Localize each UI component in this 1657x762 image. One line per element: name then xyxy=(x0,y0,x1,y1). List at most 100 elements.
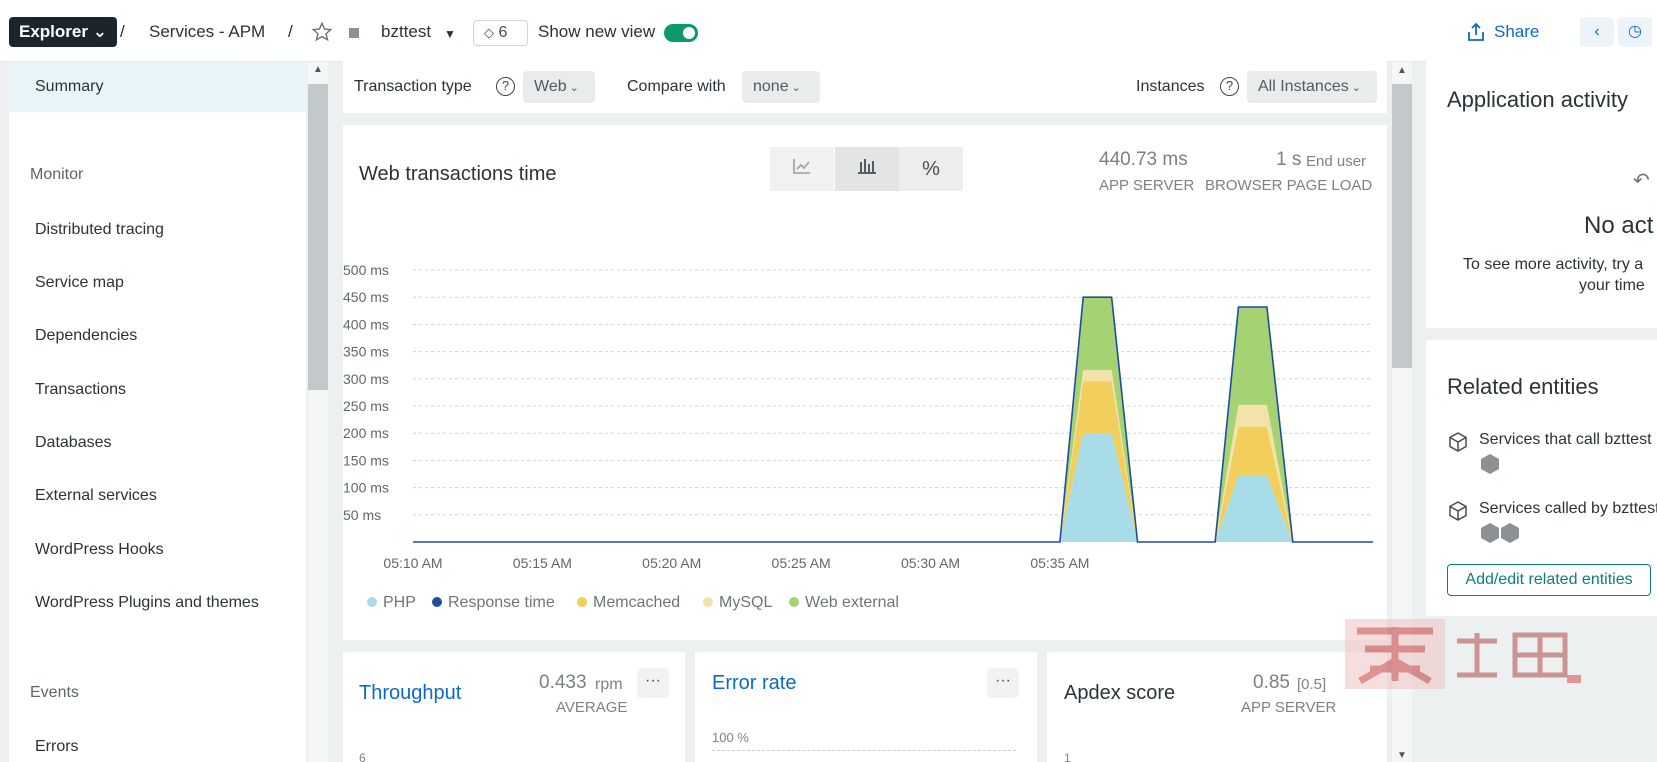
percent-view-button[interactable]: % xyxy=(899,147,963,191)
tag-icon: ◇ xyxy=(484,25,494,40)
transaction-type-dropdown[interactable]: Web ⌄ xyxy=(523,71,595,103)
sidebar-item-external-services[interactable]: External services xyxy=(9,471,306,521)
error-rate-more-button[interactable]: ··· xyxy=(987,668,1019,698)
legend-item-web-external[interactable]: Web external xyxy=(789,594,899,612)
y-tick-label: 50 ms xyxy=(343,507,381,523)
sidebar-item-summary[interactable]: Summary xyxy=(9,62,306,112)
sidebar-scrollbar-thumb[interactable] xyxy=(308,84,328,390)
x-tick-label: 05:25 AM xyxy=(772,555,831,571)
bar-chart-view-button[interactable] xyxy=(835,147,899,191)
x-tick-label: 05:20 AM xyxy=(642,555,701,571)
scroll-up-icon[interactable]: ▲ xyxy=(313,64,323,75)
apdex-title: Apdex score xyxy=(1064,682,1176,704)
sidebar-item-errors[interactable]: Errors xyxy=(9,722,306,762)
sidebar-item-wordpress-hooks[interactable]: WordPress Hooks xyxy=(9,525,306,575)
y-tick-label: 350 ms xyxy=(343,344,389,360)
throughput-card: Throughput 0.433 rpm AVERAGE ··· 6 xyxy=(343,652,685,762)
y-tick-label: 200 ms xyxy=(343,425,389,441)
services-called-by-label[interactable]: Services called by bzttest xyxy=(1479,500,1657,518)
sidebar-item-service-map[interactable]: Service map xyxy=(9,258,306,308)
web-transactions-chart: 500 ms 450 ms 400 ms 350 ms 300 ms 250 ms 200 … xyxy=(343,262,1373,571)
entity-hex-icon[interactable] xyxy=(1481,454,1499,474)
line-chart-view-button[interactable] xyxy=(770,147,834,191)
add-edit-related-entities-button[interactable]: Add/edit related entities xyxy=(1447,564,1651,596)
throughput-title[interactable]: Throughput xyxy=(359,682,461,705)
sidebar-item-transactions[interactable]: Transactions xyxy=(9,365,306,415)
entity-name-dropdown[interactable]: bzttest xyxy=(381,22,431,42)
star-icon[interactable] xyxy=(311,21,333,43)
throughput-more-button[interactable]: ··· xyxy=(637,668,669,698)
breadcrumb-separator: / xyxy=(288,22,293,41)
undo-icon[interactable]: ↶ xyxy=(1633,168,1650,193)
y-tick-label: 450 ms xyxy=(343,289,389,305)
legend-item-memcached[interactable]: Memcached xyxy=(577,594,680,612)
x-tick-label: 05:10 AM xyxy=(383,555,442,571)
sidebar-item-dependencies[interactable]: Dependencies xyxy=(9,311,306,361)
top-bar: Explorer ⌄ / Services - APM / bzttest ▼ … xyxy=(0,0,1657,62)
show-new-view-label: Show new view xyxy=(538,22,656,41)
services-that-call-label[interactable]: Services that call bzttest xyxy=(1479,431,1652,449)
scroll-up-icon[interactable]: ▲ xyxy=(1397,65,1407,76)
sidebar-scrollbar[interactable]: ▲ xyxy=(308,62,328,762)
legend-label: Response time xyxy=(448,594,555,611)
watermark-logo xyxy=(1345,619,1581,689)
cube-icon xyxy=(1449,501,1467,521)
legend-dot xyxy=(432,597,442,607)
apdex-threshold: [0.5] xyxy=(1297,676,1327,693)
legend-label: PHP xyxy=(383,594,416,611)
legend-label: MySQL xyxy=(719,594,773,611)
compare-with-dropdown[interactable]: none ⌄ xyxy=(742,71,820,103)
chevron-left-icon[interactable]: ‹ xyxy=(1580,17,1614,47)
explorer-button[interactable]: Explorer ⌄ xyxy=(9,17,117,47)
help-icon[interactable]: ? xyxy=(1220,77,1239,96)
breadcrumb-services-apm[interactable]: Services - APM xyxy=(149,22,265,42)
line-chart-icon xyxy=(793,159,810,174)
share-icon[interactable] xyxy=(1467,22,1485,42)
x-tick-label: 05:30 AM xyxy=(901,555,960,571)
app-server-label: APP SERVER xyxy=(1099,177,1195,194)
apdex-axis-label: 1 xyxy=(1064,751,1071,762)
error-rate-title[interactable]: Error rate xyxy=(712,672,796,695)
entity-hex-icon[interactable] xyxy=(1481,523,1499,543)
entity-hex-icon[interactable] xyxy=(1501,523,1519,543)
chevron-down-icon: ⌄ xyxy=(566,82,579,94)
throughput-value: 0.433 xyxy=(539,672,587,693)
throughput-axis-label: 6 xyxy=(359,751,366,762)
show-new-view-toggle[interactable] xyxy=(664,24,698,42)
legend-item-mysql[interactable]: MySQL xyxy=(703,594,772,612)
help-icon[interactable]: ? xyxy=(496,77,515,96)
share-button[interactable]: Share xyxy=(1494,22,1539,42)
sidebar-item-wordpress-plugins[interactable]: WordPress Plugins and themes xyxy=(9,578,306,628)
browser-end-user: End user xyxy=(1306,153,1367,170)
y-tick-label: 100 ms xyxy=(343,480,389,496)
x-tick-label: 05:15 AM xyxy=(513,555,572,571)
legend-label: Web external xyxy=(805,594,899,611)
chevron-down-icon[interactable]: ▼ xyxy=(444,27,456,41)
scroll-down-icon[interactable]: ▼ xyxy=(1397,750,1407,761)
tag-count: 6 xyxy=(498,24,508,41)
tags-button[interactable]: ◇ 6 xyxy=(473,20,528,46)
main-scrollbar-thumb[interactable] xyxy=(1392,84,1412,368)
throughput-label: AVERAGE xyxy=(556,699,628,716)
legend-item-response-time[interactable]: Response time xyxy=(432,594,555,612)
breadcrumb-separator: / xyxy=(120,22,125,41)
y-tick-label: 250 ms xyxy=(343,398,389,414)
entity-square-icon xyxy=(349,28,359,38)
related-entities-title: Related entities xyxy=(1447,374,1599,399)
legend-item-php[interactable]: PHP xyxy=(367,594,416,612)
cube-icon xyxy=(1449,432,1467,452)
browser-page-load-label: BROWSER PAGE LOAD xyxy=(1205,177,1373,194)
bar-chart-icon xyxy=(858,159,876,174)
sidebar-item-databases[interactable]: Databases xyxy=(9,418,306,468)
apdex-label: APP SERVER xyxy=(1241,699,1337,716)
legend-dot xyxy=(367,597,377,607)
sidebar-item-distributed-tracing[interactable]: Distributed tracing xyxy=(9,205,306,255)
y-tick-label: 150 ms xyxy=(343,452,389,468)
transaction-type-value: Web xyxy=(534,78,567,95)
compare-with-value: none xyxy=(753,78,789,95)
sidebar-section-events: Events xyxy=(30,684,79,701)
application-activity-panel: Application activity ↶ No act To see mor… xyxy=(1426,60,1657,328)
clock-icon[interactable]: ◷ xyxy=(1618,17,1652,47)
x-tick-label: 05:35 AM xyxy=(1030,555,1089,571)
instances-dropdown[interactable]: All Instances ⌄ xyxy=(1247,71,1377,103)
